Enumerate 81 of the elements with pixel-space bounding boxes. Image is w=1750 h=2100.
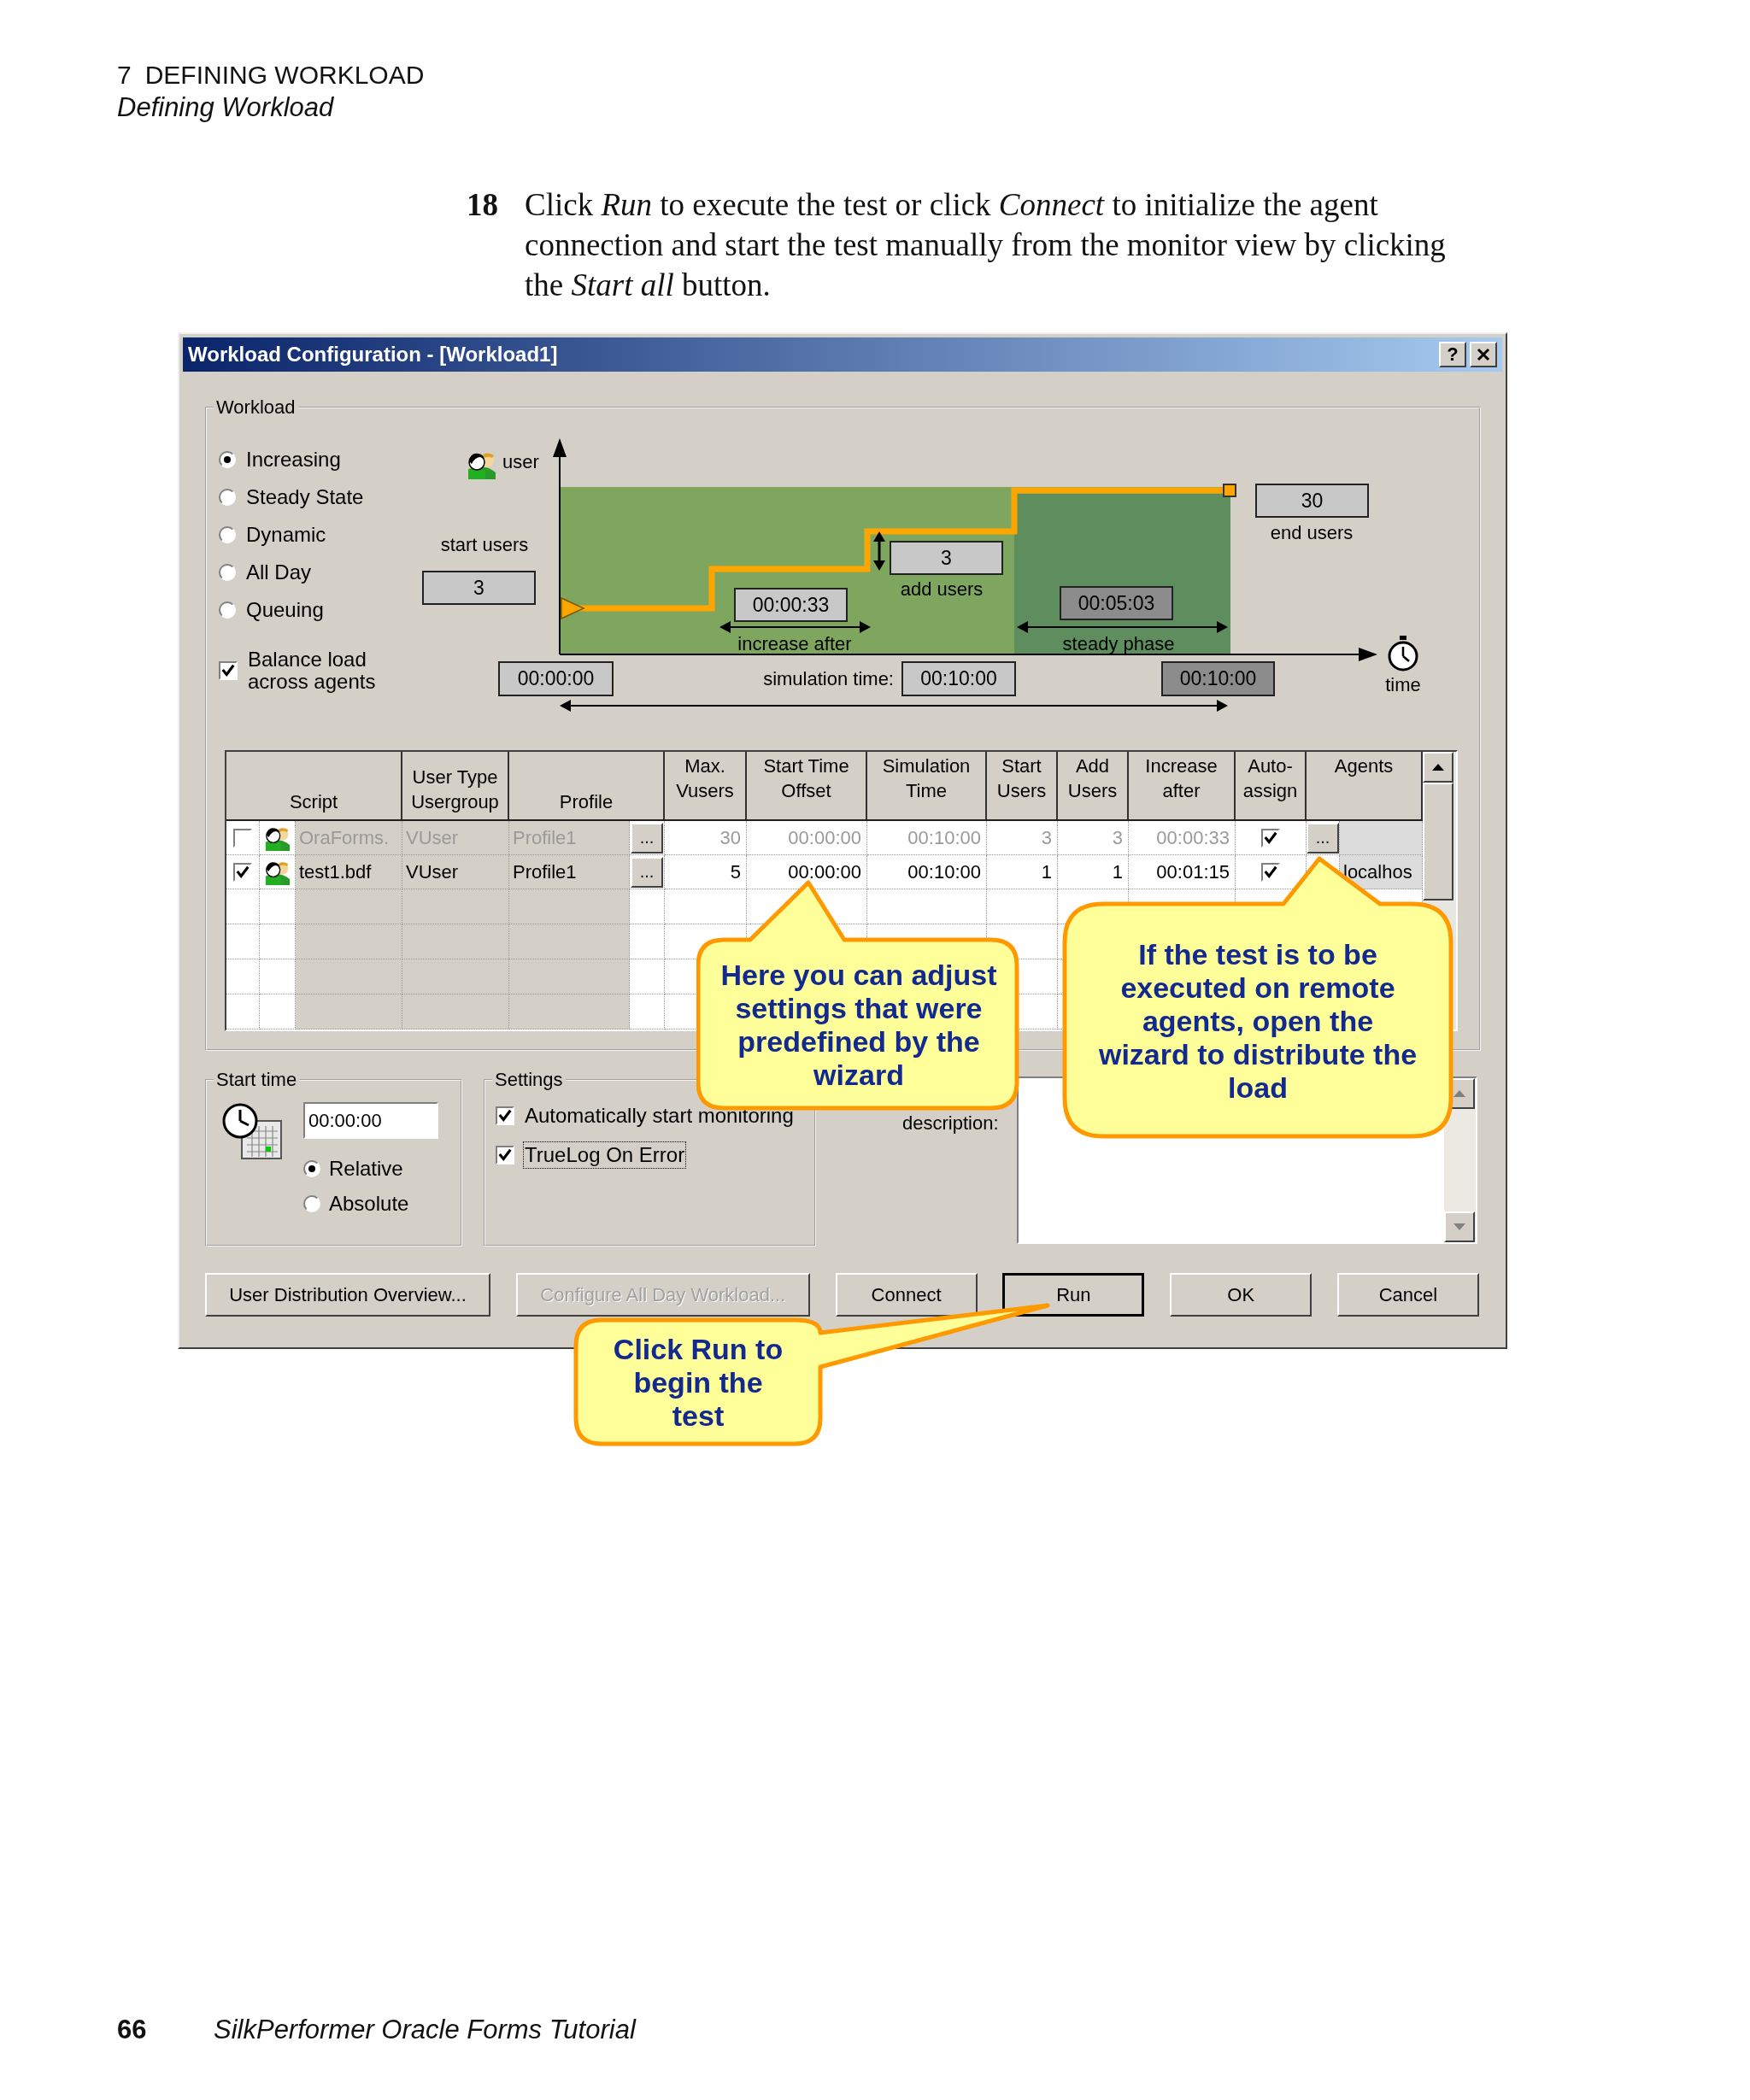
table-cell: 00:10:00 (867, 855, 987, 889)
window-title: Workload Configuration - [Workload1] (188, 343, 558, 367)
table-cell: 1 (987, 855, 1058, 889)
column-header[interactable]: Increase after (1129, 752, 1236, 819)
start-time-field[interactable]: 00:00:00 (498, 661, 614, 696)
checkbox-label[interactable]: TrueLog On Error (525, 1143, 685, 1167)
column-header[interactable]: Auto-assign (1236, 752, 1307, 819)
column-header[interactable]: Start Users (987, 752, 1058, 819)
dialog-button[interactable]: Cancel (1337, 1273, 1479, 1317)
table-cell: 00:01:15 (1129, 855, 1236, 889)
column-header[interactable]: Max. Vusers (665, 752, 747, 819)
checkbox-label[interactable]: Balance load across agents (248, 648, 385, 693)
checkbox-label[interactable]: Automatically start monitoring (525, 1104, 794, 1128)
callout-text: If the test is to be executed on remote agents, open the wizard to distribute the load (1097, 937, 1418, 1105)
step-number: 18 (467, 186, 499, 224)
table-cell: 30 (665, 821, 747, 855)
radio-label[interactable]: Absolute (329, 1191, 409, 1216)
radio-label[interactable]: All Day (246, 560, 312, 584)
dialog-button[interactable]: Connect (835, 1273, 978, 1317)
table-cell: 3 (987, 821, 1058, 855)
table-cell: OraForms. (296, 821, 402, 855)
field-label: description: (902, 1113, 1000, 1135)
increase-after-field[interactable]: 00:00:33 (734, 588, 848, 622)
axis-label: time (1384, 675, 1422, 695)
dialog-button[interactable]: User Distribution Overview... (205, 1273, 490, 1317)
axis-label: user (502, 452, 539, 472)
table-cell: test1.bdf (296, 855, 402, 889)
dialog-button[interactable]: OK (1170, 1273, 1312, 1317)
table-cell: Profile1 (509, 855, 630, 889)
end-time-field[interactable]: 00:10:00 (1161, 661, 1275, 696)
field-label: end users (1269, 523, 1354, 543)
add-users-field[interactable]: 3 (890, 541, 1003, 575)
field-label: simulation time: (762, 669, 894, 689)
column-header[interactable]: Add Users (1058, 752, 1129, 819)
help-button[interactable]: ? (1439, 342, 1466, 367)
browse-button[interactable]: ... (1307, 822, 1339, 853)
callout-text: Here you can adjust settings that were predefined by the wizard (720, 959, 997, 1092)
table-cell: 5 (665, 855, 747, 889)
column-header[interactable]: Script (226, 752, 402, 819)
field-label: add users (899, 579, 984, 600)
callout-text: Click Run to begin the test (612, 1332, 784, 1433)
book-title: SilkPerformer Oracle Forms Tutorial (214, 2014, 636, 2046)
table-cell: 00:10:00 (867, 821, 987, 855)
start-users-field[interactable]: 3 (422, 571, 536, 605)
column-header[interactable]: Start Time Offset (747, 752, 867, 819)
field-label: steady phase (1061, 634, 1176, 654)
table-cell: 00:00:33 (1129, 821, 1236, 855)
table-cell: Profile1 (509, 821, 630, 855)
table-cell: 3 (1058, 821, 1129, 855)
chapter-title: DEFINING WORKLOAD (144, 60, 425, 91)
steady-phase-field[interactable]: 00:05:03 (1060, 586, 1173, 620)
section-title: Defining Workload (117, 91, 335, 124)
table-cell: localhos (1340, 855, 1423, 889)
end-users-field[interactable]: 30 (1255, 484, 1369, 518)
field-label: start users (439, 535, 530, 555)
column-header[interactable]: Simulation Time (867, 752, 987, 819)
page-number: 66 (117, 2014, 148, 2046)
browse-button[interactable]: ... (631, 856, 663, 888)
radio-label[interactable]: Increasing (246, 448, 341, 472)
step-text: Click Run to execute the test or click Connect to initialize the agent connection and start the test manually from the monitor view by clicking the Start all button. (525, 186, 1447, 304)
table-cell: VUser (402, 821, 509, 855)
radio-label[interactable]: Dynamic (246, 523, 326, 547)
table-cell: VUser (402, 855, 509, 889)
field-label: increase after (737, 634, 853, 654)
column-header[interactable]: Profile (509, 752, 665, 819)
table-cell: 00:00:00 (747, 821, 867, 855)
simulation-time-field[interactable]: 00:10:00 (901, 661, 1016, 696)
chapter-number: 7 (117, 60, 132, 91)
start-time-field[interactable]: 00:00:00 (303, 1102, 438, 1139)
column-header[interactable]: User Type Usergroup (402, 752, 509, 819)
group-label: Workload (215, 397, 297, 418)
radio-label[interactable]: Steady State (246, 485, 364, 509)
column-header[interactable]: Agents (1307, 752, 1423, 819)
group-label: Settings (494, 1070, 564, 1090)
dialog-button[interactable]: Run (1002, 1273, 1145, 1317)
radio-label[interactable]: Queuing (246, 598, 324, 622)
table-cell: 1 (1058, 855, 1129, 889)
radio-label[interactable]: Relative (329, 1156, 403, 1181)
browse-button[interactable]: ... (631, 822, 663, 853)
group-label: Start time (215, 1070, 298, 1090)
table-cell: 00:00:00 (747, 855, 867, 889)
